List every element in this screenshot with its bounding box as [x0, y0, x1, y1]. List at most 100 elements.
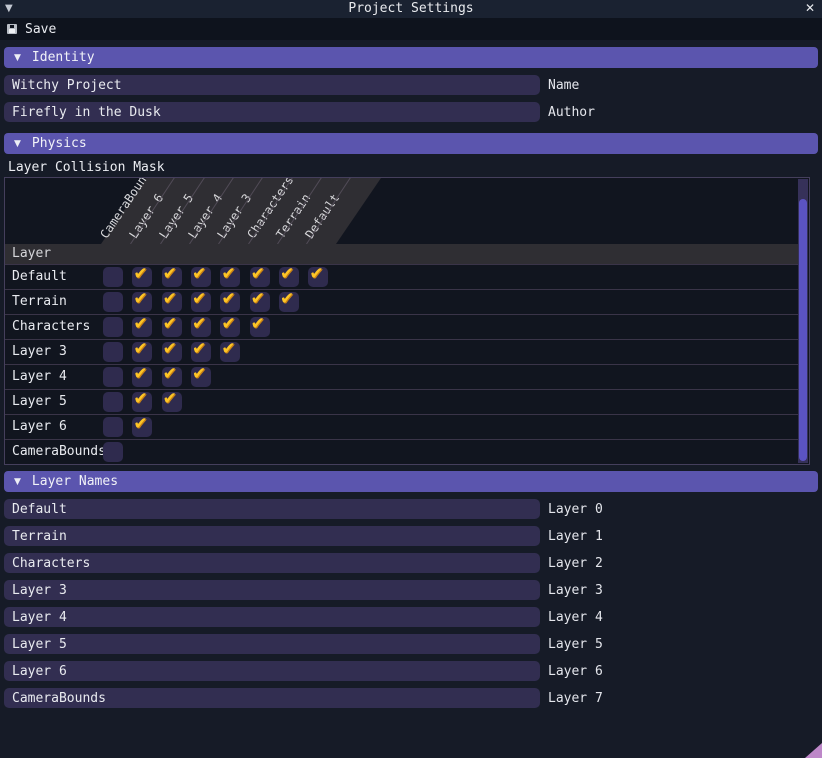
collision-checkbox[interactable]: ✔ — [250, 267, 270, 287]
collision-checkbox[interactable]: ✔ — [132, 317, 152, 337]
section-label-physics: Physics — [32, 136, 87, 151]
chevron-down-icon: ▼ — [14, 139, 21, 149]
check-icon: ✔ — [163, 289, 177, 309]
collision-checkbox[interactable]: ✔ — [162, 292, 182, 312]
layer-name-row: Layer 7 — [4, 688, 818, 708]
matrix-scrollbar-track[interactable] — [798, 179, 808, 463]
collision-checkbox[interactable]: ✔ — [250, 292, 270, 312]
collision-checkbox[interactable]: ✔ — [132, 267, 152, 287]
collision-corner-label: Layer — [12, 246, 51, 261]
collision-row-label: Layer 3 — [12, 340, 67, 364]
check-icon: ✔ — [251, 289, 265, 309]
collision-checkbox[interactable]: ✔ — [162, 317, 182, 337]
close-icon[interactable]: ✕ — [805, 1, 815, 15]
collision-checkbox[interactable]: ✔ — [220, 317, 240, 337]
collision-checkbox[interactable]: ✔ — [162, 392, 182, 412]
check-icon: ✔ — [133, 264, 147, 284]
collision-row-label: CameraBounds — [12, 440, 106, 464]
layer-name-label: Layer 3 — [548, 583, 603, 598]
layer-name-input[interactable] — [4, 607, 540, 627]
check-icon: ✔ — [133, 314, 147, 334]
chevron-down-icon: ▼ — [14, 477, 21, 487]
layer-name-row: Layer 3 — [4, 580, 818, 600]
resize-grip[interactable] — [805, 743, 822, 758]
collision-checkbox[interactable]: ✔ — [162, 367, 182, 387]
collision-checkbox[interactable] — [103, 267, 123, 287]
project-author-input[interactable] — [4, 102, 540, 122]
collision-row: CameraBounds — [5, 439, 798, 464]
section-header-identity[interactable]: ▼ Identity — [4, 47, 818, 68]
collision-checkbox[interactable]: ✔ — [132, 342, 152, 362]
save-icon — [7, 24, 17, 34]
check-icon: ✔ — [192, 364, 206, 384]
section-label-layer-names: Layer Names — [32, 474, 118, 489]
layer-name-row: Layer 5 — [4, 634, 818, 654]
layer-name-label: Layer 1 — [548, 529, 603, 544]
layer-name-input[interactable] — [4, 526, 540, 546]
collision-checkbox[interactable] — [103, 442, 123, 462]
check-icon: ✔ — [163, 314, 177, 334]
layer-name-input[interactable] — [4, 634, 540, 654]
project-name-row: Name — [4, 75, 818, 95]
check-icon: ✔ — [163, 364, 177, 384]
collision-mask-label: Layer Collision Mask — [8, 160, 165, 175]
collision-checkbox[interactable]: ✔ — [220, 267, 240, 287]
collision-checkbox[interactable]: ✔ — [191, 267, 211, 287]
layer-name-label: Layer 0 — [548, 502, 603, 517]
check-icon: ✔ — [221, 264, 235, 284]
save-button[interactable]: Save — [7, 22, 56, 37]
collision-checkbox[interactable]: ✔ — [220, 292, 240, 312]
project-name-label: Name — [548, 78, 579, 93]
collision-row-label: Terrain — [12, 290, 67, 314]
check-icon: ✔ — [163, 339, 177, 359]
check-icon: ✔ — [251, 314, 265, 334]
collision-checkbox[interactable] — [103, 292, 123, 312]
collision-checkbox[interactable] — [103, 317, 123, 337]
layer-name-row: Layer 4 — [4, 607, 818, 627]
titlebar: ▼ Project Settings ✕ — [0, 0, 822, 18]
collision-checkbox[interactable]: ✔ — [132, 392, 152, 412]
check-icon: ✔ — [192, 264, 206, 284]
layer-name-input[interactable] — [4, 688, 540, 708]
collision-checkbox[interactable] — [103, 342, 123, 362]
check-icon: ✔ — [133, 364, 147, 384]
section-header-physics[interactable]: ▼ Physics — [4, 133, 818, 154]
collision-checkbox[interactable]: ✔ — [191, 342, 211, 362]
layer-name-row: Layer 6 — [4, 661, 818, 681]
collision-checkbox[interactable]: ✔ — [220, 342, 240, 362]
collision-checkbox[interactable] — [103, 367, 123, 387]
check-icon: ✔ — [251, 264, 265, 284]
collision-checkbox[interactable]: ✔ — [191, 317, 211, 337]
check-icon: ✔ — [133, 339, 147, 359]
collision-checkbox[interactable]: ✔ — [308, 267, 328, 287]
layer-name-input[interactable] — [4, 553, 540, 573]
collision-diagonal-header: CameraBoundsLayer 6Layer 5Layer 4Layer 3… — [5, 178, 798, 244]
check-icon: ✔ — [163, 264, 177, 284]
layer-name-input[interactable] — [4, 661, 540, 681]
chevron-down-icon: ▼ — [14, 53, 21, 63]
collision-checkbox[interactable] — [103, 392, 123, 412]
collision-checkbox[interactable]: ✔ — [132, 417, 152, 437]
collision-checkbox[interactable] — [103, 417, 123, 437]
collision-checkbox[interactable]: ✔ — [191, 292, 211, 312]
collision-checkbox[interactable]: ✔ — [132, 367, 152, 387]
check-icon: ✔ — [221, 289, 235, 309]
collision-checkbox[interactable]: ✔ — [162, 342, 182, 362]
layer-name-input[interactable] — [4, 580, 540, 600]
check-icon: ✔ — [192, 339, 206, 359]
collision-checkbox[interactable]: ✔ — [162, 267, 182, 287]
toolbar: Save — [0, 18, 822, 40]
collision-checkbox[interactable]: ✔ — [191, 367, 211, 387]
collision-checkbox[interactable]: ✔ — [279, 292, 299, 312]
collision-checkbox[interactable]: ✔ — [250, 317, 270, 337]
collision-row-label: Default — [12, 265, 67, 289]
matrix-scrollbar-thumb[interactable] — [799, 199, 807, 461]
collision-checkbox[interactable]: ✔ — [132, 292, 152, 312]
save-button-label: Save — [25, 22, 56, 37]
check-icon: ✔ — [163, 389, 177, 409]
layer-name-input[interactable] — [4, 499, 540, 519]
project-name-input[interactable] — [4, 75, 540, 95]
collision-checkbox[interactable]: ✔ — [279, 267, 299, 287]
collision-row: Characters✔✔✔✔✔ — [5, 314, 798, 339]
section-header-layer-names[interactable]: ▼ Layer Names — [4, 471, 818, 492]
